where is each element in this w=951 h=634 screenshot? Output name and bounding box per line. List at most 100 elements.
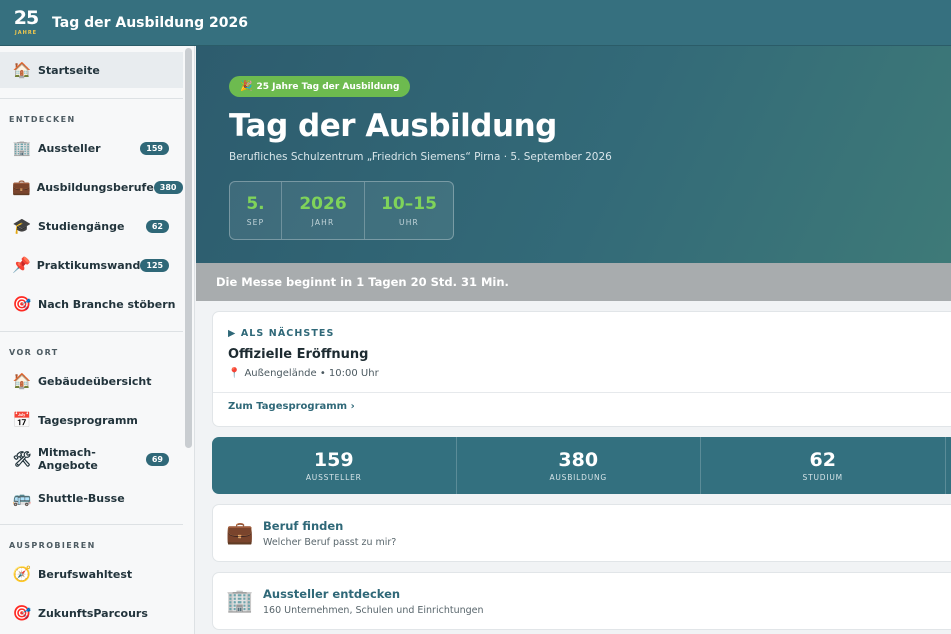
sidebar: 🏠 Startseite ENTDECKEN 🏢 Aussteller 159 … [0,46,195,634]
sidebar-divider [0,98,183,99]
sidebar-item-startseite[interactable]: 🏠 Startseite [0,52,183,88]
location-pin-icon: 📍 [228,368,241,379]
card-divider [213,392,951,393]
stat-label: AUSSTELLER [305,473,362,482]
hero-subtitle: Berufliches Schulzentrum „Friedrich Siem… [229,151,612,163]
party-popper-icon: 🎉 [240,81,253,92]
feature-title: Beruf finden [263,518,344,533]
sidebar-item-studiengaenge[interactable]: 🎓 Studiengänge 62 [0,208,183,244]
next-event-kicker: ▶ ALS NÄCHSTES [228,328,335,339]
app-title[interactable]: Tag der Ausbildung 2026 [52,15,248,31]
sidebar-item-aussteller[interactable]: 🏢 Aussteller 159 [0,130,183,166]
date-label: JAHR [311,218,335,227]
count-badge: 125 [140,258,170,272]
compass-icon: 🧭 [12,565,32,583]
sidebar-item-gebaeudeuebersicht[interactable]: 🏠 Gebäudeübersicht [0,363,183,399]
feature-subtitle: 160 Unternehmen, Schulen und Einrichtung… [263,604,484,616]
feature-text: Aussteller entdecken 160 Unternehmen, Sc… [263,587,484,616]
tools-icon: 🛠 [12,450,32,468]
anniversary-pill-text: 25 Jahre Tag der Ausbildung [256,81,400,92]
hero-title: Tag der Ausbildung [229,108,557,144]
date-label: SEP [246,218,265,227]
target-icon: 🎯 [12,295,32,313]
sidebar-divider [0,524,183,525]
sidebar-item-label: Nach Branche stöbern [38,297,176,311]
next-event-card: ▶ ALS NÄCHSTES Offizielle Eröffnung 📍 Au… [212,311,951,427]
briefcase-icon: 💼 [12,178,31,196]
next-event-location-text: Außengelände • 10:00 Uhr [244,368,379,379]
sidebar-item-label: Shuttle-Busse [38,491,125,505]
feature-subtitle: Welcher Beruf passt zu mir? [263,536,397,548]
sidebar-item-branche[interactable]: 🎯 Nach Branche stöbern [0,286,183,322]
count-badge: 159 [140,141,169,155]
sidebar-item-zukunftsparcours[interactable]: 🎯 ZukunftsParcours [0,595,183,631]
section-label-entdecken: ENTDECKEN [9,115,76,124]
sidebar-item-label: Tagesprogramm [38,413,138,427]
feature-card-beruf-finden[interactable]: 💼 Beruf finden Welcher Beruf passt zu mi… [212,504,951,562]
top-bar: 25 JAHRE Tag der Ausbildung 2026 [0,0,951,46]
graduation-cap-icon: 🎓 [12,217,32,235]
section-label-vor-ort: VOR ORT [9,348,59,357]
app-logo[interactable]: 25 JAHRE [13,7,39,39]
count-badge: 62 [145,219,169,233]
date-value: 5. [246,194,265,214]
sidebar-item-label: Mitmach-Angebote [38,446,98,472]
office-building-icon: 🏢 [226,588,254,614]
sidebar-divider [0,331,183,332]
sidebar-item-label: Aussteller [38,141,101,155]
stat-aussteller[interactable]: 159 AUSSTELLER [212,437,457,494]
stats-bar: 159 AUSSTELLER 380 AUSBILDUNG 62 STUDIUM [212,437,951,494]
stat-studium[interactable]: 62 STUDIUM [701,437,946,494]
sidebar-item-label: Studiengänge [38,219,125,233]
sidebar-item-label: Berufswahltest [38,567,133,581]
sidebar-item-label: Gebäudeübersicht [38,374,152,388]
stat-value: 62 [809,449,836,471]
sidebar-item-mitmach-angebote[interactable]: 🛠 Mitmach-Angebote 69 [0,441,183,477]
briefcase-icon: 💼 [226,520,254,546]
office-building-icon: 🏢 [12,139,32,157]
tagesprogramm-link[interactable]: Zum Tagesprogramm › [228,401,355,412]
date-label: UHR [399,218,419,227]
date-box: 5. SEP 2026 JAHR 10–15 UHR [229,181,454,240]
feature-text: Beruf finden Welcher Beruf passt zu mir? [263,519,396,548]
next-event-location: 📍 Außengelände • 10:00 Uhr [228,368,379,379]
date-cell-year: 2026 JAHR [282,182,365,239]
date-value: 10–15 [381,194,437,214]
feature-card-aussteller-entdecken[interactable]: 🏢 Aussteller entdecken 160 Unternehmen, … [212,572,951,630]
sidebar-scrollbar[interactable] [185,48,192,632]
date-cell-time: 10–15 UHR [365,182,453,239]
section-label-ausprobieren: AUSPROBIEREN [9,541,96,550]
sidebar-item-shuttle-busse[interactable]: 🚌 Shuttle-Busse [0,480,183,516]
sidebar-item-praktikumswand[interactable]: 📌 Praktikumswand 125 [0,247,183,283]
house-icon: 🏠 [12,61,32,79]
stat-ausbildung[interactable]: 380 AUSBILDUNG [457,437,701,494]
sidebar-item-ausbildungsberufe[interactable]: 💼 Ausbildungsberufe 380 [0,169,183,205]
sidebar-item-label: Startseite [38,63,100,77]
logo-number: 25 [13,6,39,29]
stat-value: 159 [313,449,354,471]
sidebar-item-label: Praktikumswand [36,258,141,272]
sidebar-item-label: Ausbildungsberufe [36,180,154,194]
feature-title: Aussteller entdecken [263,586,401,601]
count-badge: 69 [145,452,169,466]
date-value: 2026 [299,194,347,214]
count-badge: 380 [153,180,183,194]
next-event-title: Offizielle Eröffnung [228,347,369,362]
stat-label: AUSBILDUNG [549,473,608,482]
bus-icon: 🚌 [12,489,32,507]
target-icon: 🎯 [12,604,32,622]
anniversary-pill: 🎉 25 Jahre Tag der Ausbildung [229,76,411,97]
house-icon: 🏠 [12,372,32,390]
pushpin-icon: 📌 [12,256,31,274]
countdown-banner: Die Messe beginnt in 1 Tagen 20 Std. 31 … [196,263,951,301]
date-cell-day: 5. SEP [230,182,282,239]
sidebar-item-tagesprogramm[interactable]: 📅 Tagesprogramm [0,402,183,438]
stat-value: 380 [558,449,599,471]
logo-sub: JAHRE [14,29,38,36]
hero-banner: 🎉 25 Jahre Tag der Ausbildung Tag der Au… [196,46,951,263]
calendar-icon: 📅 [12,411,32,429]
sidebar-item-berufswahltest[interactable]: 🧭 Berufswahltest [0,556,183,592]
stat-label: STUDIUM [802,473,843,482]
sidebar-scrollbar-thumb[interactable] [185,48,192,448]
sidebar-item-label: ZukunftsParcours [38,606,148,620]
